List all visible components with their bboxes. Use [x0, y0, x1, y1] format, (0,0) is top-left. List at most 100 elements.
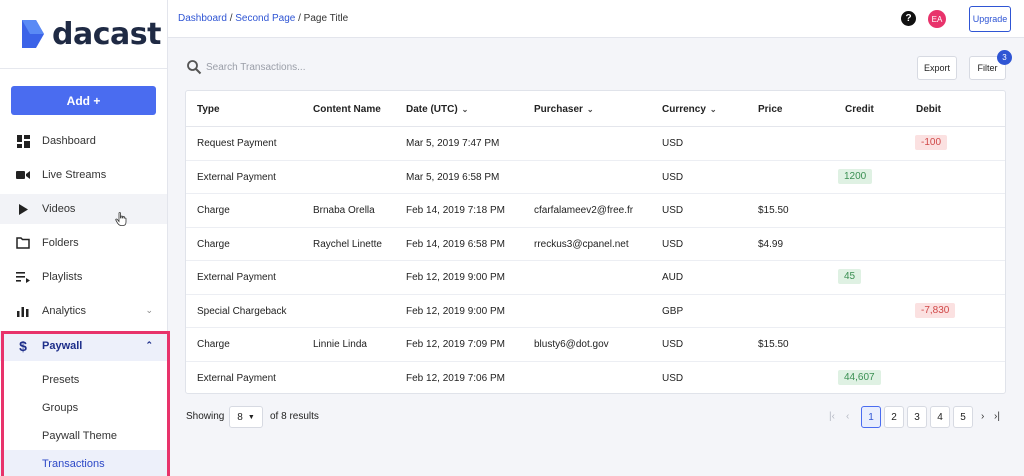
column-header-currency[interactable]: Currency ⌄ [662, 104, 717, 115]
cell-date: Feb 14, 2019 6:58 PM [406, 238, 505, 250]
column-header-date[interactable]: Date (UTC) ⌄ [406, 104, 468, 115]
cell-date: Feb 12, 2019 9:00 PM [406, 305, 505, 317]
first-page-icon[interactable]: |‹ [829, 411, 835, 422]
sidebar-item-label: Playlists [42, 271, 83, 283]
cell-type: Charge [197, 339, 230, 350]
cell-type: Charge [197, 238, 230, 250]
page-button-1[interactable]: 1 [861, 406, 881, 428]
sidebar-item-label: Dashboard [42, 135, 96, 147]
search-input[interactable] [206, 58, 506, 76]
avatar[interactable]: EA [928, 10, 946, 28]
chevron-down-icon: ▼ [247, 413, 255, 421]
divider [0, 68, 167, 69]
playlist-icon [16, 270, 30, 284]
cell-date: Mar 5, 2019 6:58 PM [406, 171, 500, 183]
cell-type: Special Chargeback [197, 305, 287, 317]
breadcrumb-separator: / [229, 13, 233, 24]
table-row[interactable]: Special Chargeback Feb 12, 2019 9:00 PM … [186, 295, 1005, 328]
next-page-icon[interactable]: › [981, 411, 984, 422]
help-icon[interactable]: ? [901, 11, 916, 26]
cell-price: $15.50 [758, 339, 789, 350]
paywall-highlight [1, 331, 170, 476]
column-header-purchaser[interactable]: Purchaser ⌄ [534, 104, 594, 115]
breadcrumb: Dashboard / Second Page / Page Title [178, 13, 348, 24]
cell-date: Mar 5, 2019 7:47 PM [406, 138, 500, 149]
last-page-icon[interactable]: ›| [994, 411, 1000, 422]
per-page-select[interactable]: 8 ▼ [229, 406, 263, 428]
cell-content-name: Raychel Linette [313, 238, 382, 250]
breadcrumb-current: Page Title [303, 13, 349, 24]
cell-debit: -7,830 [915, 302, 956, 318]
export-button[interactable]: Export [917, 56, 957, 80]
play-icon [16, 202, 30, 216]
dashboard-icon [16, 134, 30, 148]
page-button-3[interactable]: 3 [907, 406, 927, 428]
table-row[interactable]: Request Payment Mar 5, 2019 7:47 PM USD … [186, 127, 1005, 161]
cell-type: External Payment [197, 272, 276, 283]
column-header-price: Price [758, 104, 783, 115]
chevron-down-icon: ⌄ [709, 105, 717, 114]
chevron-down-icon: ⌄ [586, 105, 594, 114]
logo[interactable]: dacast [20, 14, 161, 54]
cell-currency: USD [662, 238, 684, 250]
cell-credit: 44,607 [838, 369, 881, 385]
cell-currency: AUD [662, 272, 684, 283]
table-row[interactable]: External Payment Mar 5, 2019 6:58 PM USD… [186, 161, 1005, 194]
sidebar-item-folders[interactable]: Folders [0, 228, 167, 258]
cell-currency: USD [662, 339, 684, 350]
cell-type: Charge [197, 205, 230, 216]
sidebar-item-videos[interactable]: Videos [0, 194, 167, 224]
breadcrumb-link-dashboard[interactable]: Dashboard [178, 13, 227, 24]
cell-currency: USD [662, 138, 684, 149]
sidebar-item-analytics[interactable]: Analytics ⌄ [0, 296, 167, 326]
sidebar-item-live-streams[interactable]: Live Streams [0, 160, 167, 190]
breadcrumb-separator: / [298, 13, 301, 24]
cell-date: Feb 12, 2019 9:00 PM [406, 272, 505, 283]
dacast-logo-icon [22, 20, 44, 48]
sidebar-item-playlists[interactable]: Playlists [0, 262, 167, 292]
prev-page-icon[interactable]: ‹ [846, 411, 849, 422]
page-button-4[interactable]: 4 [930, 406, 950, 428]
folder-icon [16, 236, 30, 250]
top-bar: Dashboard / Second Page / Page Title ? E… [168, 0, 1024, 38]
cell-date: Feb 12, 2019 7:09 PM [406, 339, 505, 350]
per-page-value: 8 [237, 411, 243, 423]
table-row[interactable]: Charge Raychel Linette Feb 14, 2019 6:58… [186, 228, 1005, 261]
video-camera-icon [16, 168, 30, 182]
table-row[interactable]: External Payment Feb 12, 2019 9:00 PM AU… [186, 261, 1005, 295]
table-row[interactable]: External Payment Feb 12, 2019 7:06 PM US… [186, 362, 1005, 396]
transactions-table: Type Content Name Date (UTC) ⌄ Purchaser ⌄… [185, 90, 1006, 394]
page-button-2[interactable]: 2 [884, 406, 904, 428]
cell-date: Feb 14, 2019 7:18 PM [406, 205, 505, 216]
table-row[interactable]: Charge Brnaba Orella Feb 14, 2019 7:18 P… [186, 194, 1005, 228]
filter-count-badge: 3 [997, 50, 1012, 65]
cell-currency: USD [662, 205, 684, 216]
breadcrumb-link-second-page[interactable]: Second Page [235, 13, 295, 24]
logo-text: dacast [52, 16, 161, 52]
sidebar-item-label: Folders [42, 237, 79, 249]
upgrade-button[interactable]: Upgrade [969, 6, 1011, 32]
cell-purchaser: rreckus3@cpanel.net [534, 238, 629, 250]
table-row[interactable]: Charge Linnie Linda Feb 12, 2019 7:09 PM… [186, 328, 1005, 362]
cell-date: Feb 12, 2019 7:06 PM [406, 372, 505, 384]
cell-currency: GBP [662, 305, 684, 317]
cell-purchaser: blusty6@dot.gov [534, 339, 609, 350]
sidebar-item-label: Analytics [42, 305, 87, 317]
sidebar-item-label: Videos [42, 203, 76, 215]
sidebar-item-dashboard[interactable]: Dashboard [0, 126, 167, 156]
cell-debit: -100 [915, 135, 948, 150]
sidebar-item-label: Live Streams [42, 169, 107, 181]
cell-purchaser: cfarfalameev2@free.fr [534, 205, 634, 216]
page-button-5[interactable]: 5 [953, 406, 973, 428]
column-header-type: Type [197, 104, 220, 115]
chevron-down-icon: ⌄ [145, 305, 153, 315]
showing-label: Showing [186, 411, 225, 422]
cell-type: Request Payment [197, 138, 277, 149]
cell-content-name: Linnie Linda [313, 339, 367, 350]
column-header-debit: Debit [916, 104, 941, 115]
chevron-down-icon: ⌄ [461, 105, 469, 114]
cell-credit: 45 [838, 269, 862, 284]
column-header-credit: Credit [845, 104, 874, 115]
cell-content-name: Brnaba Orella [313, 205, 375, 216]
add-button[interactable]: Add + [11, 86, 156, 115]
